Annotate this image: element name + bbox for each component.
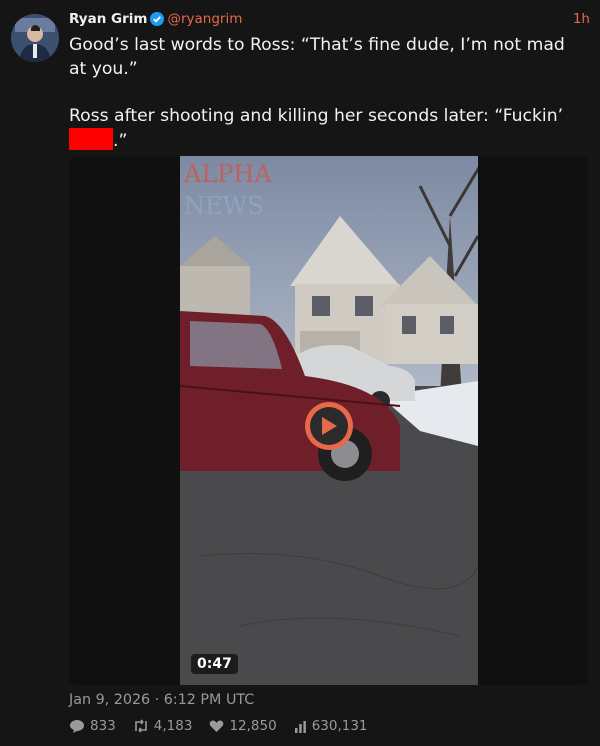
tweet-line-2: Ross after shooting and killing her seco… bbox=[69, 104, 584, 153]
reply-count: 833 bbox=[90, 718, 116, 734]
views-bar-chart-icon bbox=[294, 720, 306, 733]
tweet-timestamp[interactable]: Jan 9, 2026 · 6:12 PM UTC bbox=[69, 692, 254, 708]
retweet-icon bbox=[134, 719, 147, 733]
video-duration: 0:47 bbox=[191, 654, 238, 674]
tweet-text: Good’s last words to Ross: “That’s fine … bbox=[69, 33, 584, 153]
tweet-line-2-start: Ross after shooting and killing her seco… bbox=[69, 106, 564, 126]
tweet-line-1: Good’s last words to Ross: “That’s fine … bbox=[69, 35, 565, 79]
time-ago[interactable]: 1h bbox=[573, 11, 590, 27]
tweet-header: Ryan Grim @ryangrim 1h bbox=[69, 11, 590, 33]
like-button[interactable]: 12,850 bbox=[209, 716, 277, 736]
views-button[interactable]: 630,131 bbox=[294, 716, 368, 736]
retweet-count: 4,183 bbox=[153, 718, 193, 734]
tweet-line-2-end: .” bbox=[113, 131, 128, 151]
play-button[interactable] bbox=[305, 402, 353, 450]
author-name[interactable]: Ryan Grim bbox=[69, 11, 147, 27]
video-watermark: ALPHA NEWS bbox=[184, 160, 272, 220]
redaction-block bbox=[69, 128, 113, 150]
author-handle[interactable]: @ryangrim bbox=[167, 11, 242, 27]
comment-icon bbox=[70, 719, 84, 733]
video-player[interactable]: ALPHA NEWS 0:47 bbox=[69, 156, 588, 685]
retweet-button[interactable]: 4,183 bbox=[133, 716, 193, 736]
heart-icon bbox=[210, 720, 224, 732]
verified-badge-icon bbox=[150, 12, 165, 30]
avatar[interactable] bbox=[11, 14, 59, 62]
reply-button[interactable]: 833 bbox=[69, 716, 116, 736]
play-icon bbox=[310, 407, 348, 445]
view-count: 630,131 bbox=[311, 718, 368, 734]
like-count: 12,850 bbox=[229, 718, 277, 734]
tweet-actions: 833 4,183 12,850 630,131 bbox=[69, 716, 368, 736]
